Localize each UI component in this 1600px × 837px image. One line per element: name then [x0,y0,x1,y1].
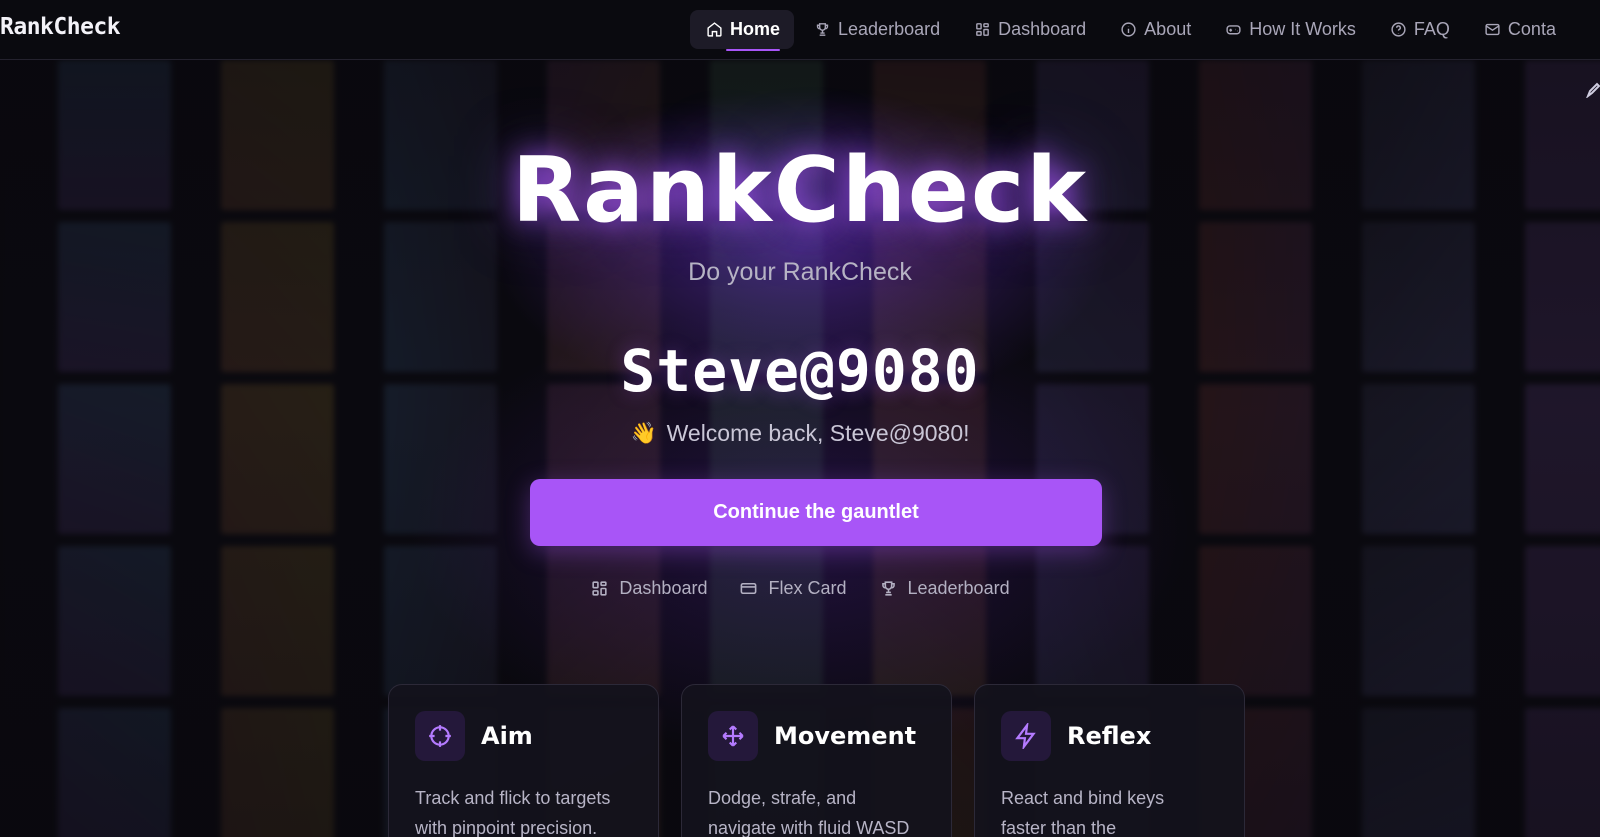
nav-item-faq[interactable]: FAQ [1374,10,1464,49]
card-title: Aim [481,722,533,750]
nav-item-label: FAQ [1413,19,1450,39]
card-aim[interactable]: Aim Track and flick to targets with pinp… [388,684,659,837]
card-desc-line: with pinpoint precision. [415,818,598,837]
mail-icon [1485,23,1500,36]
nav-item-label: Conta [1507,19,1556,39]
card-desc-line: navigate with fluid WASD [708,818,910,837]
move-icon [708,711,758,761]
card-desc-line: React and bind keys [1001,788,1165,808]
trophy-icon [881,581,895,596]
quick-link-dashboard[interactable]: Dashboard [590,578,707,599]
navbar: RankCheck Home Leaderboard Dashboard Abo… [0,0,1600,60]
grid-icon [592,581,608,596]
card-movement[interactable]: Movement Dodge, strafe, and navigate wit… [681,684,952,837]
nav-item-how-it-works[interactable]: How It Works [1209,10,1370,49]
card-header: Aim [415,711,632,761]
nav-menu: Home Leaderboard Dashboard About How It … [690,10,1570,51]
card-header: Movement [708,711,925,761]
wave-icon: 👋 [630,421,657,445]
gamepad-icon [1226,25,1241,35]
crosshair-icon [415,711,465,761]
nav-item-contact[interactable]: Conta [1468,10,1570,49]
card-desc-line: Dodge, strafe, and [708,788,857,808]
hero-subtitle: Do your RankCheck [688,258,912,286]
hero-title: RankCheck [511,138,1089,243]
quick-links: Dashboard Flex Card Leaderboard [0,578,1600,599]
lightning-icon [1001,711,1051,761]
nav-item-about[interactable]: About [1104,10,1205,49]
page: RankCheck Home Leaderboard Dashboard Abo… [0,0,1600,837]
nav-item-label: About [1144,19,1192,39]
quick-link-label: Dashboard [619,578,708,598]
quick-link-label: Leaderboard [907,578,1010,598]
nav-item-label: Leaderboard [838,19,941,39]
nav-item-home[interactable]: Home [690,10,795,51]
card-icon [741,582,757,595]
card-description: Track and flick to targets with pinpoint… [415,783,632,837]
card-title: Reflex [1067,722,1152,750]
info-icon [1121,22,1136,37]
quick-link-leaderboard[interactable]: Leaderboard [879,578,1010,599]
card-desc-line: Track and flick to targets [415,788,611,808]
pencil-icon[interactable] [1585,82,1600,99]
card-desc-line: faster than the [1001,818,1117,837]
nav-item-leaderboard[interactable]: Leaderboard [798,10,954,49]
brand-logo[interactable]: RankCheck [0,14,121,40]
home-icon [707,22,722,37]
nav-item-dashboard[interactable]: Dashboard [958,10,1100,49]
continue-gauntlet-button[interactable]: Continue the gauntlet [530,479,1102,546]
welcome-text: Welcome back, Steve@9080! [666,420,970,446]
card-description: Dodge, strafe, and navigate with fluid W… [708,783,925,837]
feature-cards: Aim Track and flick to targets with pinp… [388,684,1245,837]
nav-item-label: Dashboard [998,19,1087,39]
nav-item-label: Home [730,19,781,39]
card-description: React and bind keys faster than the [1001,783,1218,837]
card-header: Reflex [1001,711,1218,761]
quick-link-flex-card[interactable]: Flex Card [739,578,847,599]
card-reflex[interactable]: Reflex React and bind keys faster than t… [974,684,1245,837]
trophy-icon [816,23,829,36]
card-title: Movement [774,722,917,750]
grid-icon [976,23,989,36]
nav-item-label: How It Works [1249,19,1356,39]
question-icon [1391,22,1406,37]
welcome-message: 👋 Welcome back, Steve@9080! [0,420,1600,447]
username-display: Steve@9080 [620,337,980,405]
quick-link-label: Flex Card [768,578,847,598]
